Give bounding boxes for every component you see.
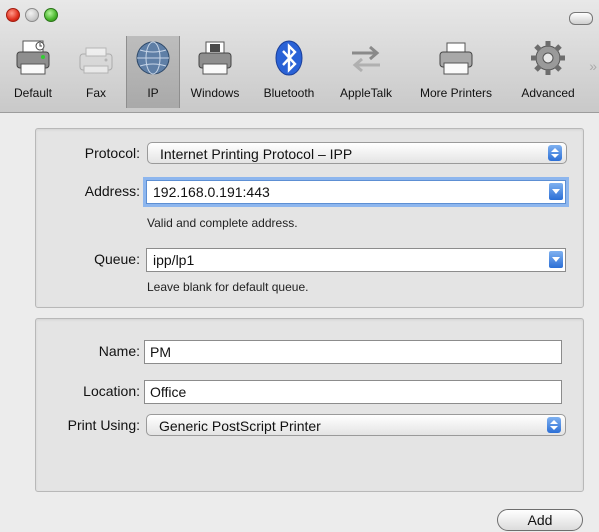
window-controls: [6, 8, 58, 22]
toolbar-label-more-printers: More Printers: [419, 86, 493, 100]
queue-value: ipp/lp1: [153, 252, 195, 268]
address-hint: Valid and complete address.: [147, 216, 298, 230]
queue-label: Queue:: [94, 251, 140, 267]
windows-printer-icon: [195, 36, 235, 80]
toolbar-item-ip[interactable]: IP: [126, 36, 180, 108]
protocol-value: Internet Printing Protocol – IPP: [160, 146, 353, 162]
protocol-label: Protocol:: [84, 145, 140, 161]
add-printer-window: Default Fax IP Windows Bluetooth AppleTa…: [0, 0, 599, 532]
toolbar-label-default: Default: [13, 86, 53, 100]
fax-icon: [76, 36, 116, 80]
minimize-button[interactable]: [25, 8, 39, 22]
toolbar-label-bluetooth: Bluetooth: [263, 86, 315, 100]
add-button[interactable]: Add: [497, 509, 583, 531]
print-using-value: Generic PostScript Printer: [159, 418, 321, 434]
queue-hint: Leave blank for default queue.: [147, 280, 309, 294]
toolbar-item-appletalk[interactable]: AppleTalk: [328, 36, 404, 108]
toolbar-toggle-button[interactable]: [569, 12, 593, 25]
toolbar-item-fax[interactable]: Fax: [74, 36, 118, 108]
gear-icon: [528, 36, 568, 80]
chevron-down-icon[interactable]: [549, 183, 563, 200]
appletalk-arrows-icon: [346, 36, 386, 80]
print-using-label: Print Using:: [67, 417, 140, 433]
toolbar-label-ip: IP: [147, 86, 159, 100]
name-label: Name:: [98, 343, 140, 359]
toolbar-item-windows[interactable]: Windows: [180, 36, 250, 108]
toolbar-label-advanced: Advanced: [521, 86, 575, 100]
print-using-popup[interactable]: Generic PostScript Printer: [146, 414, 566, 436]
popup-arrows-icon: [547, 417, 561, 433]
queue-combobox[interactable]: ipp/lp1: [146, 248, 566, 272]
toolbar-label-windows: Windows: [190, 86, 240, 100]
toolbar-item-more-printers[interactable]: More Printers: [406, 36, 506, 108]
address-combobox[interactable]: 192.168.0.191:443: [146, 180, 566, 204]
close-button[interactable]: [6, 8, 20, 22]
chevron-down-icon[interactable]: [549, 251, 563, 268]
printer-icon: [13, 36, 53, 80]
name-value: PM: [150, 344, 171, 360]
name-field[interactable]: PM: [144, 340, 562, 364]
toolbar-overflow-chevron-icon[interactable]: »: [589, 58, 597, 74]
toolbar-item-default[interactable]: Default: [2, 36, 64, 108]
globe-icon: [133, 36, 173, 80]
popup-arrows-icon: [548, 145, 562, 161]
toolbar-label-appletalk: AppleTalk: [339, 86, 393, 100]
toolbar-label-fax: Fax: [85, 86, 106, 100]
address-value: 192.168.0.191:443: [153, 184, 270, 200]
location-label: Location:: [83, 383, 140, 399]
bluetooth-icon: [269, 36, 309, 80]
more-printers-icon: [436, 36, 476, 80]
toolbar-item-advanced[interactable]: Advanced: [510, 36, 586, 108]
location-field[interactable]: Office: [144, 380, 562, 404]
location-value: Office: [150, 384, 187, 400]
zoom-button[interactable]: [44, 8, 58, 22]
address-label: Address:: [84, 183, 140, 199]
toolbar-item-bluetooth[interactable]: Bluetooth: [252, 36, 326, 108]
protocol-popup[interactable]: Internet Printing Protocol – IPP: [147, 142, 567, 164]
toolbar: Default Fax IP Windows Bluetooth AppleTa…: [0, 0, 599, 113]
